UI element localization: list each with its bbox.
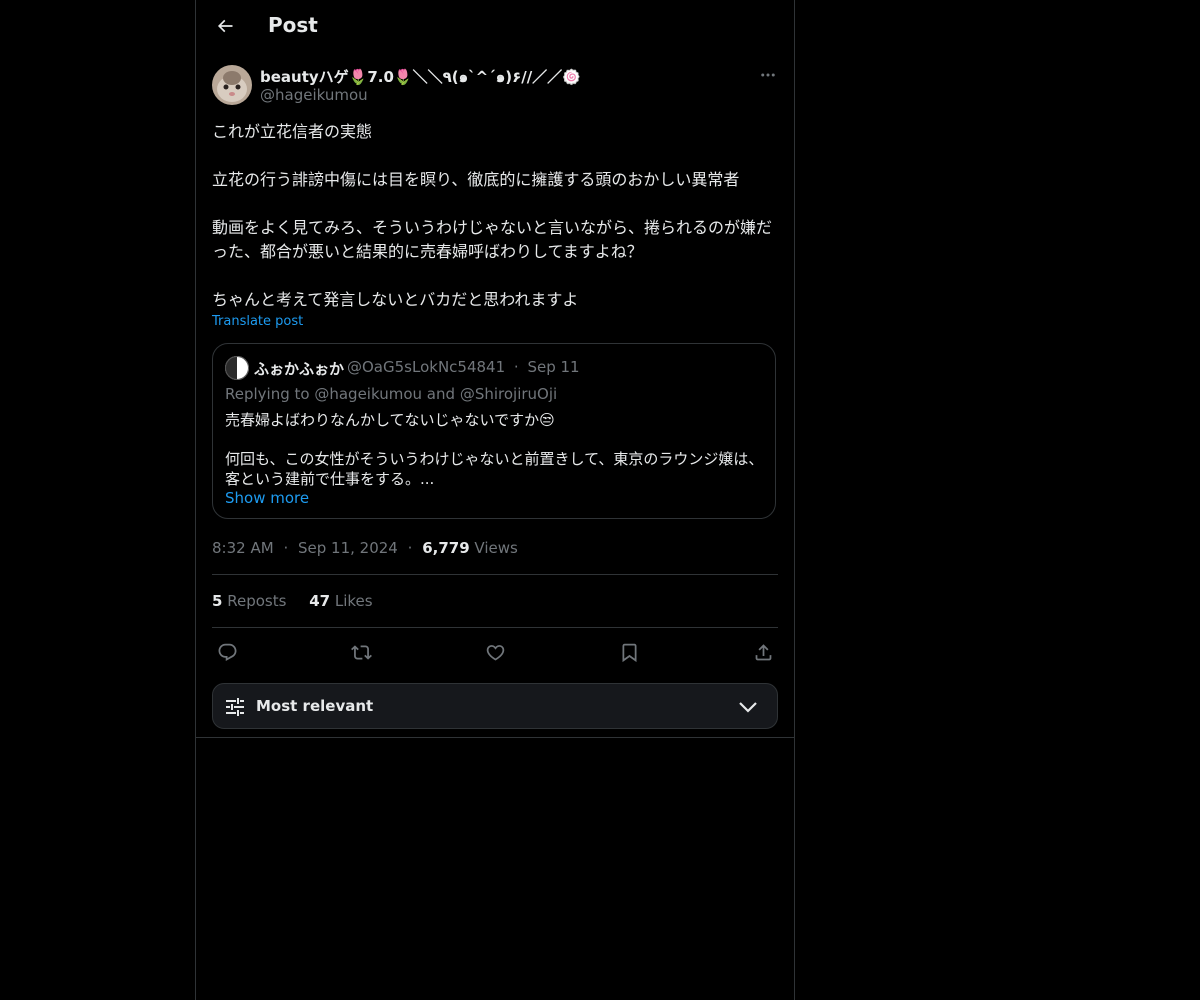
divider xyxy=(212,574,778,575)
replying-to-line: Replying to @hageikumou and @ShirojiruOj… xyxy=(225,385,557,403)
post-text: これが立花信者の実態 立花の行う誹謗中傷には目を瞑り、徹底的に擁護する頭のおかし… xyxy=(212,122,773,309)
chevron-down-icon xyxy=(739,702,757,713)
sort-label: Most relevant xyxy=(256,697,374,715)
quoted-post-text-line1: 売春婦よばわりなんかしてないじゃないですか😒 xyxy=(225,411,555,429)
quoted-post-text-line2: 何回も、この女性がそういうわけじゃないと前置きして、東京のラウンジ嬢は、客という… xyxy=(225,450,764,488)
page-title: Post xyxy=(268,13,318,37)
quoted-author-name: ふぉかふぉか xyxy=(254,360,345,378)
page-header: Post xyxy=(196,0,794,54)
divider xyxy=(212,627,778,628)
reposts-stat[interactable]: 5 Reposts xyxy=(212,592,291,610)
separator-dot: · xyxy=(283,539,289,557)
quoted-author-avatar xyxy=(225,356,249,380)
heart-icon xyxy=(486,644,504,661)
share-button[interactable] xyxy=(750,639,776,665)
show-more-link[interactable]: Show more xyxy=(225,489,309,507)
section-divider xyxy=(196,737,794,738)
arrow-left-icon xyxy=(217,19,233,33)
post-meta: 8:32 AM · Sep 11, 2024 · 6,779 Views xyxy=(212,539,518,557)
translate-post-link[interactable]: Translate post xyxy=(212,314,303,329)
more-options-button[interactable] xyxy=(756,64,780,86)
bookmark-button[interactable] xyxy=(616,639,642,665)
reposts-label: Reposts xyxy=(227,592,287,610)
sort-dropdown[interactable]: Most relevant xyxy=(212,683,778,729)
reply-icon xyxy=(218,643,236,661)
like-button[interactable] xyxy=(482,639,508,665)
reposts-count: 5 xyxy=(212,592,223,610)
repost-button[interactable] xyxy=(348,639,374,665)
likes-count: 47 xyxy=(309,592,331,610)
back-button[interactable] xyxy=(208,9,242,43)
author-avatar[interactable] xyxy=(212,65,252,105)
author-handle[interactable]: @hageikumou xyxy=(260,86,368,104)
repost-icon xyxy=(350,644,372,660)
engagement-stats: 5 Reposts 47 Likes xyxy=(212,592,391,610)
reply-button[interactable] xyxy=(214,639,240,665)
quoted-author-handle: @OaG5sLokNc54841 xyxy=(347,358,506,376)
main-column: Post beautyハゲ🌷7.0🌷＼＼٩(๑`^´๑)۶//／／🍥 @hage… xyxy=(195,0,795,1000)
and-word: and xyxy=(426,385,456,403)
likes-stat[interactable]: 47 Likes xyxy=(309,592,372,610)
more-horizontal-icon xyxy=(761,73,775,77)
bookmark-icon xyxy=(622,643,636,662)
quoted-post-card[interactable]: ふぉかふぉか @OaG5sLokNc54841 · Sep 11 Replyin… xyxy=(212,343,776,519)
share-icon xyxy=(755,643,771,660)
mention-link[interactable]: @hageikumou xyxy=(314,385,422,403)
likes-label: Likes xyxy=(334,592,373,610)
separator-dot: · xyxy=(407,539,413,557)
mention-link[interactable]: @ShirojiruOji xyxy=(460,385,557,403)
separator-dot: · xyxy=(513,358,519,376)
post-date[interactable]: Sep 11, 2024 xyxy=(298,539,398,557)
views-count: 6,779 xyxy=(422,539,470,557)
quoted-post-date: Sep 11 xyxy=(527,358,580,376)
views-label: Views xyxy=(474,539,518,557)
post-time[interactable]: 8:32 AM xyxy=(212,539,274,557)
replying-to-prefix: Replying to xyxy=(225,385,310,403)
sliders-icon xyxy=(226,698,244,716)
quoted-author-meta: @OaG5sLokNc54841 · Sep 11 xyxy=(347,358,580,376)
